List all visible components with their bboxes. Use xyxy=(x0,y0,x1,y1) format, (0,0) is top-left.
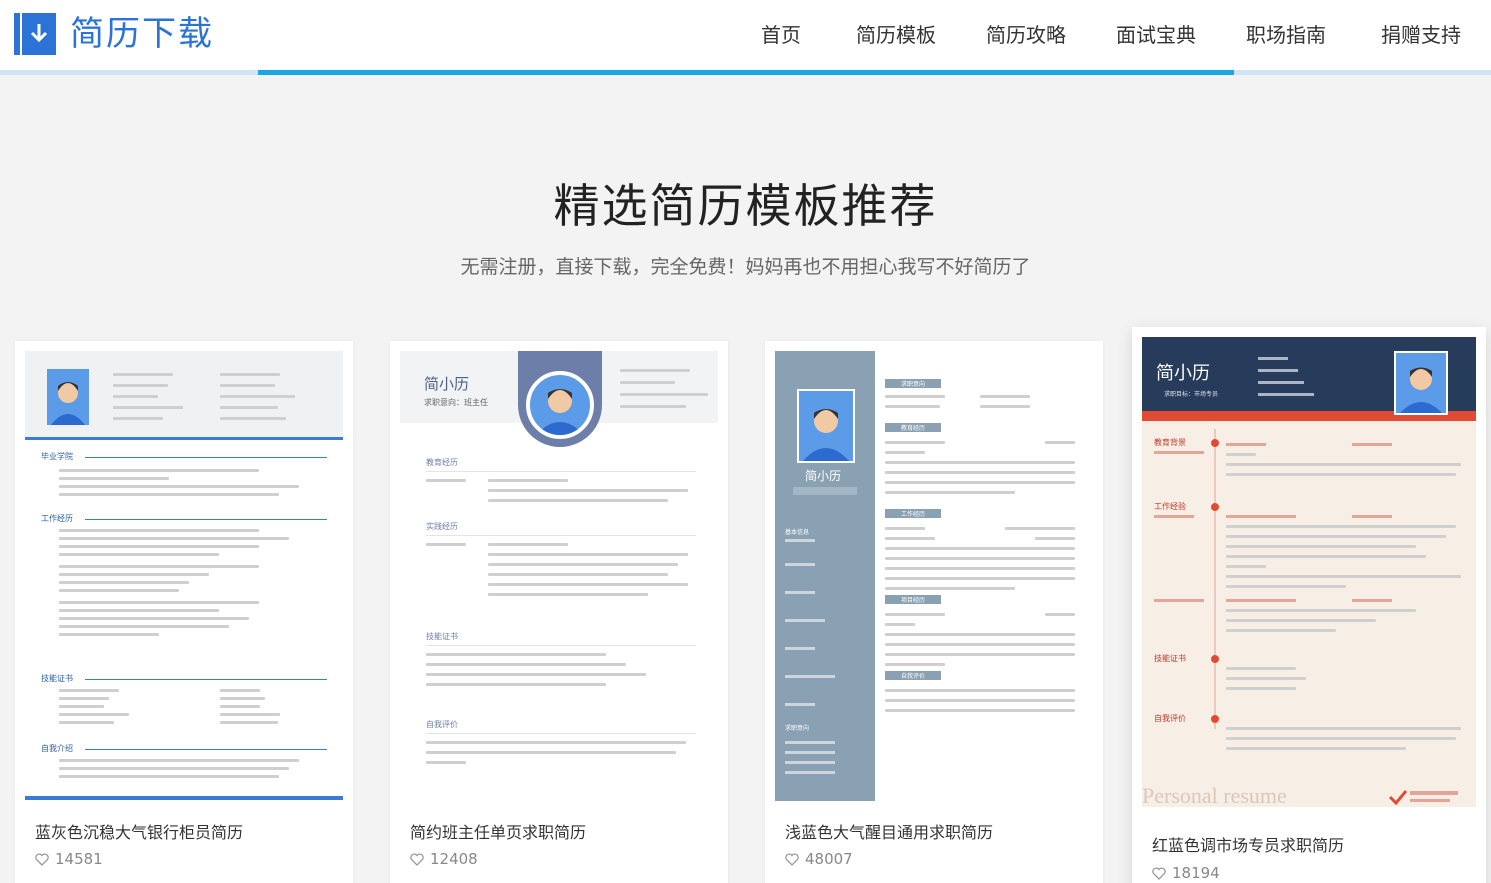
nav-templates[interactable]: 简历模板 xyxy=(831,20,961,50)
template-thumbnail-3[interactable]: 简小历 基本信息 求职意向 求职意向 教育经历 工作经历 项目经历 自我评价 xyxy=(775,351,1093,801)
nav-guides[interactable]: 简历攻略 xyxy=(961,20,1091,50)
site-logo[interactable]: 简历下载 xyxy=(14,12,214,56)
nav-home[interactable]: 首页 xyxy=(731,20,831,50)
avatar xyxy=(526,371,594,439)
template-thumbnail-4[interactable]: 简小历 求职目标：市场专员 教育背景 工作经验 技能证书 自我评价 Person… xyxy=(1142,337,1476,807)
template-card-4[interactable]: 简小历 求职目标：市场专员 教育背景 工作经验 技能证书 自我评价 Person… xyxy=(1132,327,1486,883)
heart-icon xyxy=(785,852,799,866)
template-name[interactable]: 简约班主任单页求职简历 xyxy=(410,819,586,843)
like-count[interactable]: 14581 xyxy=(35,850,103,868)
template-name[interactable]: 红蓝色调市场专员求职简历 xyxy=(1152,832,1344,856)
check-icon xyxy=(1388,790,1408,805)
section-title: 精选简历模板推荐 xyxy=(553,179,938,233)
heart-icon xyxy=(35,852,49,866)
like-count[interactable]: 18194 xyxy=(1152,864,1220,882)
section-subtitle: 无需注册，直接下载，完全免费！妈妈再也不用担心我写不好简历了 xyxy=(460,256,1031,278)
template-thumbnail-2[interactable]: 简小历 求职意向：班主任 教育经历 实践经历 技能证书 自我评价 xyxy=(400,351,718,801)
download-icon xyxy=(14,13,56,55)
template-card-1[interactable]: 毕业学院 工作经历 技能证书 自我介绍 蓝灰色沉稳大气银行柜员简历 14581 xyxy=(15,341,353,883)
like-count[interactable]: 12408 xyxy=(410,850,478,868)
nav-underline xyxy=(0,70,1491,75)
template-card-3[interactable]: 简小历 基本信息 求职意向 求职意向 教育经历 工作经历 项目经历 自我评价 浅… xyxy=(765,341,1103,883)
template-thumbnail-1[interactable]: 毕业学院 工作经历 技能证书 自我介绍 xyxy=(25,351,343,801)
main-nav: 首页 简历模板 简历攻略 面试宝典 职场指南 捐赠支持 xyxy=(731,20,1491,50)
nav-donate[interactable]: 捐赠支持 xyxy=(1351,20,1491,50)
template-card-2[interactable]: 简小历 求职意向：班主任 教育经历 实践经历 技能证书 自我评价 简约班主任单页… xyxy=(390,341,728,883)
template-name[interactable]: 浅蓝色大气醒目通用求职简历 xyxy=(785,819,993,843)
avatar xyxy=(47,369,89,425)
nav-interview[interactable]: 面试宝典 xyxy=(1091,20,1221,50)
heart-icon xyxy=(410,852,424,866)
avatar xyxy=(1394,351,1448,415)
nav-career[interactable]: 职场指南 xyxy=(1221,20,1351,50)
template-name[interactable]: 蓝灰色沉稳大气银行柜员简历 xyxy=(35,819,243,843)
like-count[interactable]: 48007 xyxy=(785,850,853,868)
logo-text: 简历下载 xyxy=(70,14,214,54)
avatar xyxy=(797,389,855,463)
site-header: 简历下载 首页 简历模板 简历攻略 面试宝典 职场指南 捐赠支持 xyxy=(0,0,1491,75)
heart-icon xyxy=(1152,866,1166,880)
